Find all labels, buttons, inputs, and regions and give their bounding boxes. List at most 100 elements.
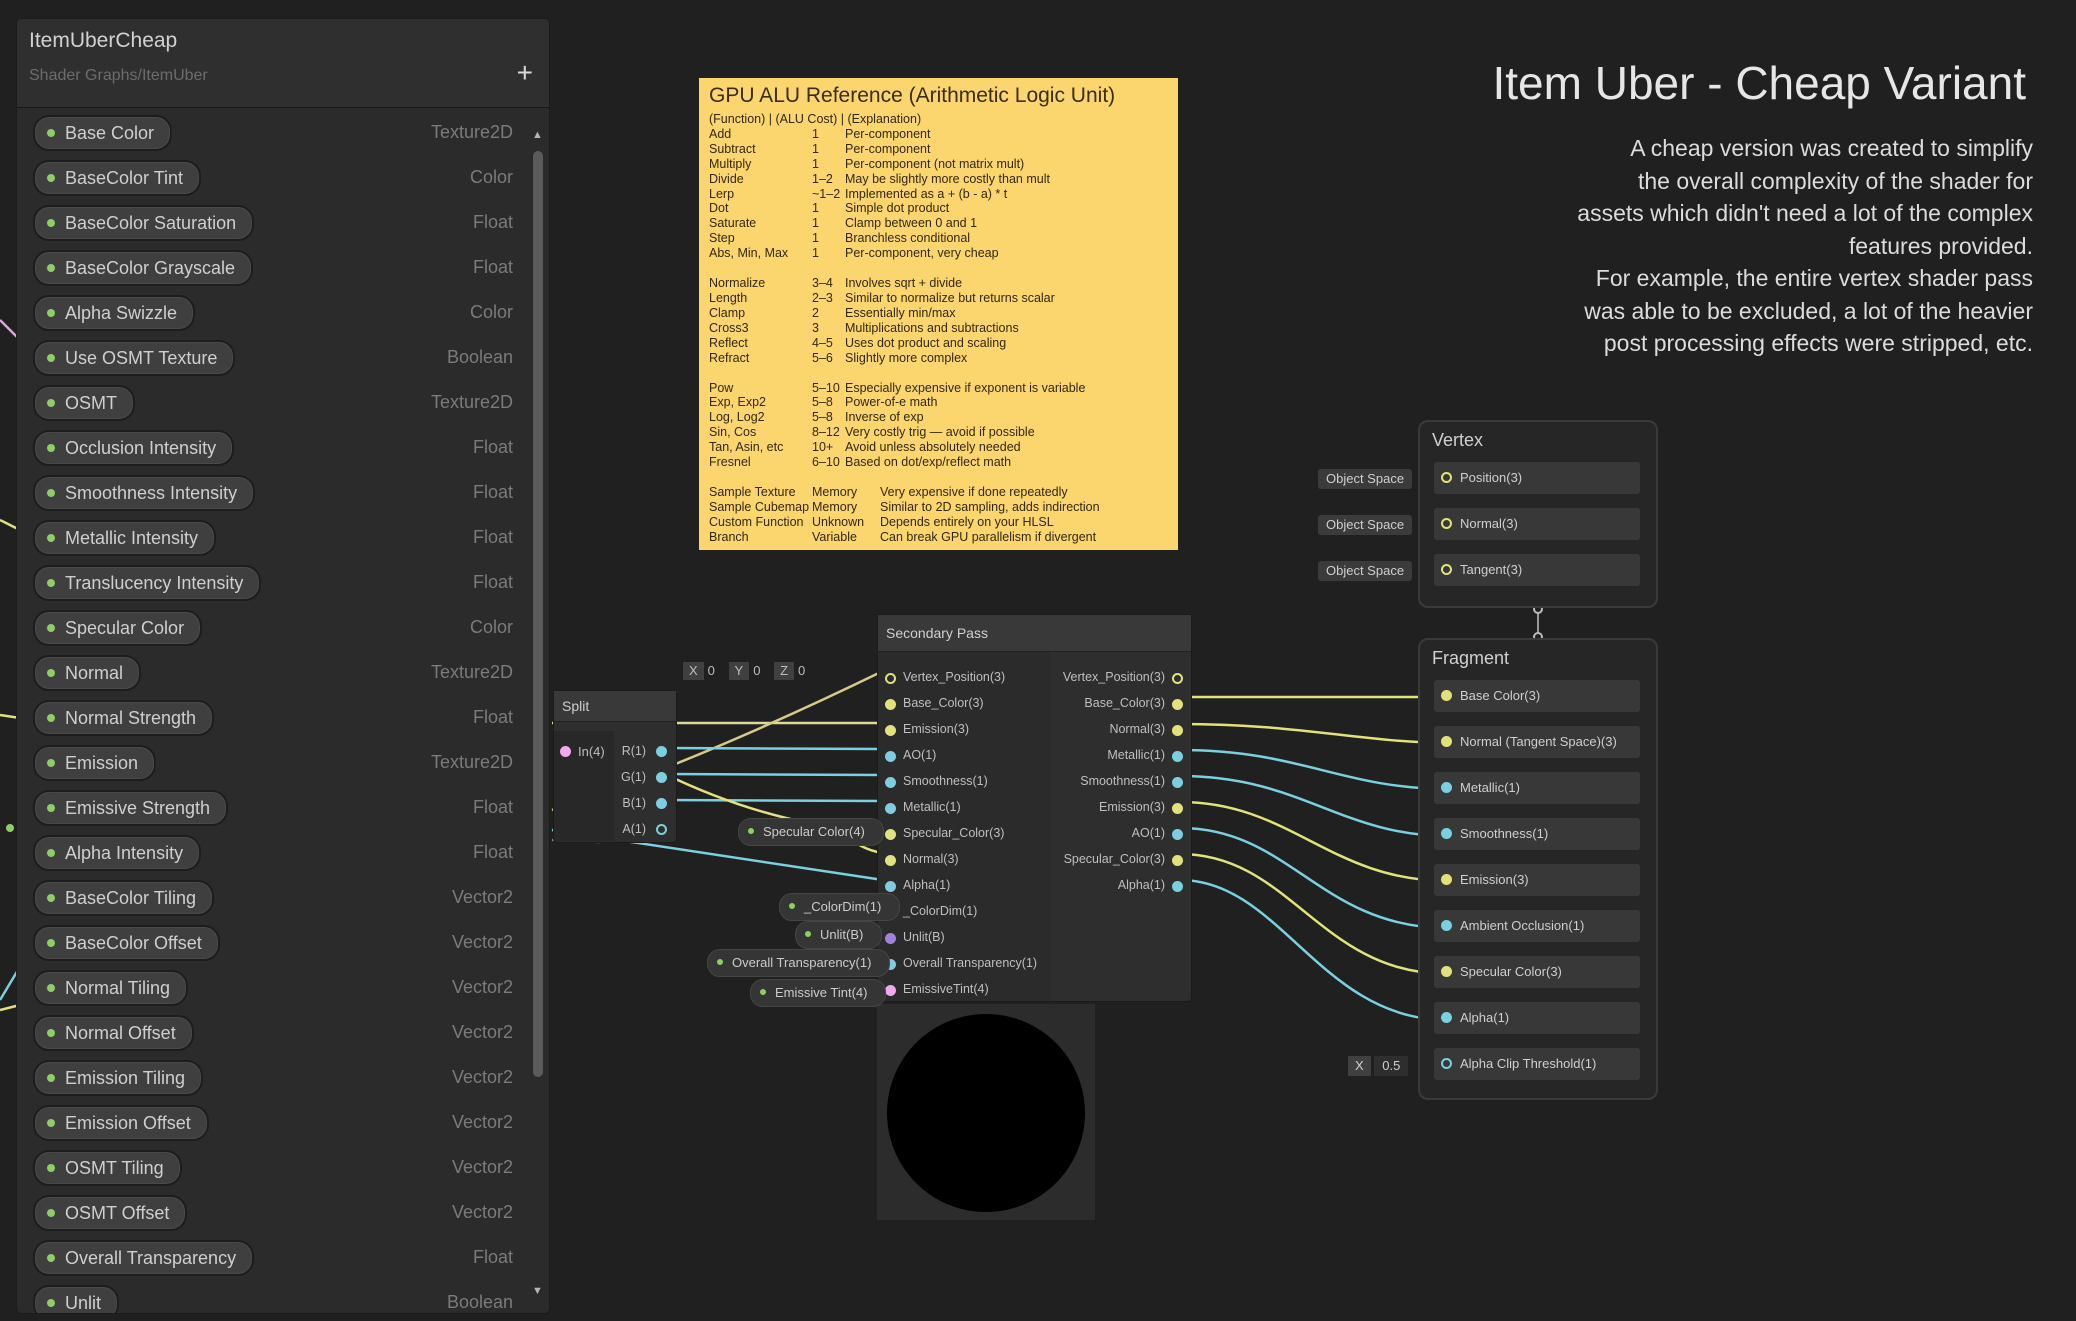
fragment-block[interactable]: Specular Color(3) [1434, 956, 1640, 988]
output-socket[interactable] [1172, 855, 1183, 866]
block-socket[interactable] [1441, 828, 1452, 839]
property-pill[interactable]: Alpha Intensity [33, 835, 202, 871]
split-node[interactable]: Split In(4) R(1) G(1) B(1) A(1) [553, 690, 677, 843]
output-socket[interactable] [1172, 751, 1183, 762]
add-property-button[interactable]: + [517, 59, 533, 87]
blackboard-path[interactable]: Shader Graphs/ItemUber [29, 67, 208, 85]
property-pill[interactable]: Overall Transparency [33, 1240, 255, 1276]
property-row[interactable]: Overall Transparency Float [17, 1234, 527, 1279]
split-out-socket[interactable] [656, 824, 667, 835]
fragment-block[interactable]: Smoothness(1) [1434, 818, 1640, 850]
property-row[interactable]: Emission Texture2D [17, 739, 527, 784]
scrollbar-thumb[interactable] [533, 151, 543, 1077]
property-row[interactable]: BaseColor Tiling Vector2 [17, 874, 527, 919]
fragment-block[interactable]: Alpha Clip Threshold(1) [1434, 1048, 1640, 1080]
block-socket[interactable] [1441, 564, 1452, 575]
property-row[interactable]: Normal Tiling Vector2 [17, 964, 527, 1009]
property-pill[interactable]: Metallic Intensity [33, 520, 217, 556]
property-pill[interactable]: BaseColor Offset [33, 925, 220, 961]
property-pill[interactable]: Unlit [33, 1285, 120, 1313]
fragment-block[interactable]: Normal (Tangent Space)(3) [1434, 726, 1640, 758]
block-socket[interactable] [1441, 736, 1452, 747]
property-row[interactable]: Base Color Texture2D [17, 109, 527, 154]
property-row[interactable]: BaseColor Tint Color [17, 154, 527, 199]
fragment-block[interactable]: Alpha(1) [1434, 1002, 1640, 1034]
output-socket[interactable] [1172, 777, 1183, 788]
property-pill[interactable]: BaseColor Tint [33, 160, 202, 196]
output-socket[interactable] [1172, 725, 1183, 736]
property-row[interactable]: OSMT Offset Vector2 [17, 1189, 527, 1234]
property-row[interactable]: Translucency Intensity Float [17, 559, 527, 604]
property-pill[interactable]: Normal Tiling [33, 970, 189, 1006]
vertex-position-default[interactable]: X0 Y0 Z0 [683, 662, 815, 680]
property-pill[interactable]: Normal Strength [33, 700, 215, 736]
block-socket[interactable] [1441, 1058, 1452, 1069]
object-space-input[interactable]: Object Space [1318, 469, 1413, 489]
input-socket[interactable] [885, 829, 896, 840]
property-node[interactable]: Emissive Tint(4) [750, 979, 887, 1007]
input-socket[interactable] [885, 881, 896, 892]
property-pill[interactable]: OSMT [33, 385, 135, 421]
property-pill[interactable]: Normal [33, 655, 142, 691]
property-pill[interactable]: OSMT Offset [33, 1195, 188, 1231]
block-socket[interactable] [1441, 966, 1452, 977]
block-socket[interactable] [1441, 1012, 1452, 1023]
block-socket[interactable] [1441, 874, 1452, 885]
alpha-clip-input[interactable]: X 0.5 [1348, 1056, 1409, 1076]
split-out-socket[interactable] [656, 772, 667, 783]
output-socket[interactable] [1172, 881, 1183, 892]
input-socket[interactable] [885, 777, 896, 788]
object-space-input[interactable]: Object Space [1318, 515, 1413, 535]
property-pill[interactable]: Specular Color [33, 610, 203, 646]
fragment-block[interactable]: Metallic(1) [1434, 772, 1640, 804]
input-socket[interactable] [885, 673, 896, 684]
input-socket[interactable] [885, 725, 896, 736]
block-socket[interactable] [1441, 690, 1452, 701]
property-row[interactable]: Alpha Swizzle Color [17, 289, 527, 334]
property-pill[interactable]: Translucency Intensity [33, 565, 262, 601]
split-out-socket[interactable] [656, 798, 667, 809]
output-socket[interactable] [1172, 803, 1183, 814]
output-socket[interactable] [1172, 829, 1183, 840]
input-socket[interactable] [885, 751, 896, 762]
alu-reference-sticky-note[interactable]: GPU ALU Reference (Arithmetic Logic Unit… [699, 78, 1178, 550]
property-pill[interactable]: Occlusion Intensity [33, 430, 235, 466]
block-socket[interactable] [1441, 782, 1452, 793]
property-pill[interactable]: BaseColor Saturation [33, 205, 255, 241]
property-pill[interactable]: Emissive Strength [33, 790, 229, 826]
property-row[interactable]: Emission Tiling Vector2 [17, 1054, 527, 1099]
property-row[interactable]: BaseColor Saturation Float [17, 199, 527, 244]
property-row[interactable]: Metallic Intensity Float [17, 514, 527, 559]
property-row[interactable]: Normal Offset Vector2 [17, 1009, 527, 1054]
property-node[interactable]: Unlit(B) [795, 921, 883, 949]
input-socket[interactable] [885, 699, 896, 710]
property-pill[interactable]: Normal Offset [33, 1015, 194, 1051]
property-pill[interactable]: Emission [33, 745, 157, 781]
output-socket[interactable] [1172, 673, 1183, 684]
input-socket[interactable] [885, 985, 896, 996]
property-row[interactable]: OSMT Tiling Vector2 [17, 1144, 527, 1189]
fragment-block[interactable]: Ambient Occlusion(1) [1434, 910, 1640, 942]
property-row[interactable]: Smoothness Intensity Float [17, 469, 527, 514]
split-in-socket[interactable] [560, 746, 571, 757]
output-socket[interactable] [1172, 699, 1183, 710]
property-pill[interactable]: Emission Offset [33, 1105, 209, 1141]
blackboard-scrollbar[interactable]: ▲ ▼ [531, 129, 545, 1297]
property-row[interactable]: Normal Strength Float [17, 694, 527, 739]
property-pill[interactable]: Base Color [33, 115, 173, 151]
property-pill[interactable]: BaseColor Grayscale [33, 250, 254, 286]
vertex-block[interactable]: Normal(3) [1434, 508, 1640, 540]
input-socket[interactable] [885, 803, 896, 814]
property-row[interactable]: Specular Color Color [17, 604, 527, 649]
block-socket[interactable] [1441, 472, 1452, 483]
property-node[interactable]: _ColorDim(1) [779, 893, 901, 921]
property-node[interactable]: Specular Color(4) [738, 818, 884, 846]
block-socket[interactable] [1441, 920, 1452, 931]
input-socket[interactable] [885, 855, 896, 866]
vertex-context[interactable]: Vertex Position(3) Normal(3) Tangent(3) [1418, 420, 1658, 608]
input-socket[interactable] [885, 933, 896, 944]
property-row[interactable]: Normal Texture2D [17, 649, 527, 694]
vertex-block[interactable]: Position(3) [1434, 462, 1640, 494]
fragment-context[interactable]: Fragment Base Color(3) Normal (Tangent Sp… [1418, 638, 1658, 1100]
property-pill[interactable]: Alpha Swizzle [33, 295, 196, 331]
